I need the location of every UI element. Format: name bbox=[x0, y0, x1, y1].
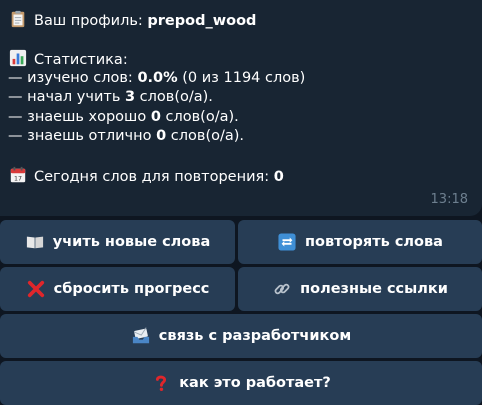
contact-developer-button[interactable]: связь с разработчиком bbox=[0, 314, 482, 358]
stats-good: — знаешь хорошо 0 слов(о/а). bbox=[8, 108, 239, 125]
profile-label: Ваш профиль: bbox=[34, 13, 148, 29]
repeat-icon bbox=[278, 233, 296, 251]
bar-chart-icon bbox=[9, 49, 27, 67]
link-icon bbox=[274, 283, 290, 295]
stats-learned: — изучено слов: 0.0% (0 из 1194 слов) bbox=[8, 69, 306, 86]
today-line: 17 Сегодня слов для повторения: 0 bbox=[8, 166, 472, 186]
how-it-works-button[interactable]: как это работает? bbox=[0, 361, 482, 405]
profile-username: prepod_wood bbox=[147, 13, 257, 29]
calendar-icon: 17 bbox=[10, 166, 26, 182]
stats-excellent: — знаешь отлично 0 слов(о/а). bbox=[8, 128, 245, 144]
stats-title: Статистика: bbox=[34, 52, 128, 68]
message-bubble: Ваш профиль: prepod_wood Статистика: — и… bbox=[0, 0, 482, 216]
red-cross-icon bbox=[27, 280, 44, 298]
stats-title-line: Статистика: bbox=[8, 49, 472, 69]
today-label: Сегодня слов для повторения: bbox=[34, 169, 274, 185]
reset-progress-button[interactable]: сбросить прогресс bbox=[0, 267, 235, 311]
question-mark-icon bbox=[156, 375, 167, 392]
today-value: 0 bbox=[273, 169, 284, 185]
svg-text:17: 17 bbox=[14, 175, 22, 182]
clipboard-icon bbox=[11, 10, 25, 28]
envelope-tray-icon bbox=[132, 327, 149, 344]
useful-links-button[interactable]: полезные ссылки bbox=[238, 267, 482, 311]
message-time: 13:18 bbox=[430, 191, 468, 207]
profile-line: Ваш профиль: prepod_wood bbox=[8, 10, 472, 30]
learn-new-words-button[interactable]: учить новые слова bbox=[0, 220, 235, 264]
repeat-words-button[interactable]: повторять слова bbox=[238, 220, 482, 264]
open-book-icon bbox=[26, 236, 43, 249]
stats-started: — начал учить 3 слов(о/а). bbox=[8, 89, 213, 105]
